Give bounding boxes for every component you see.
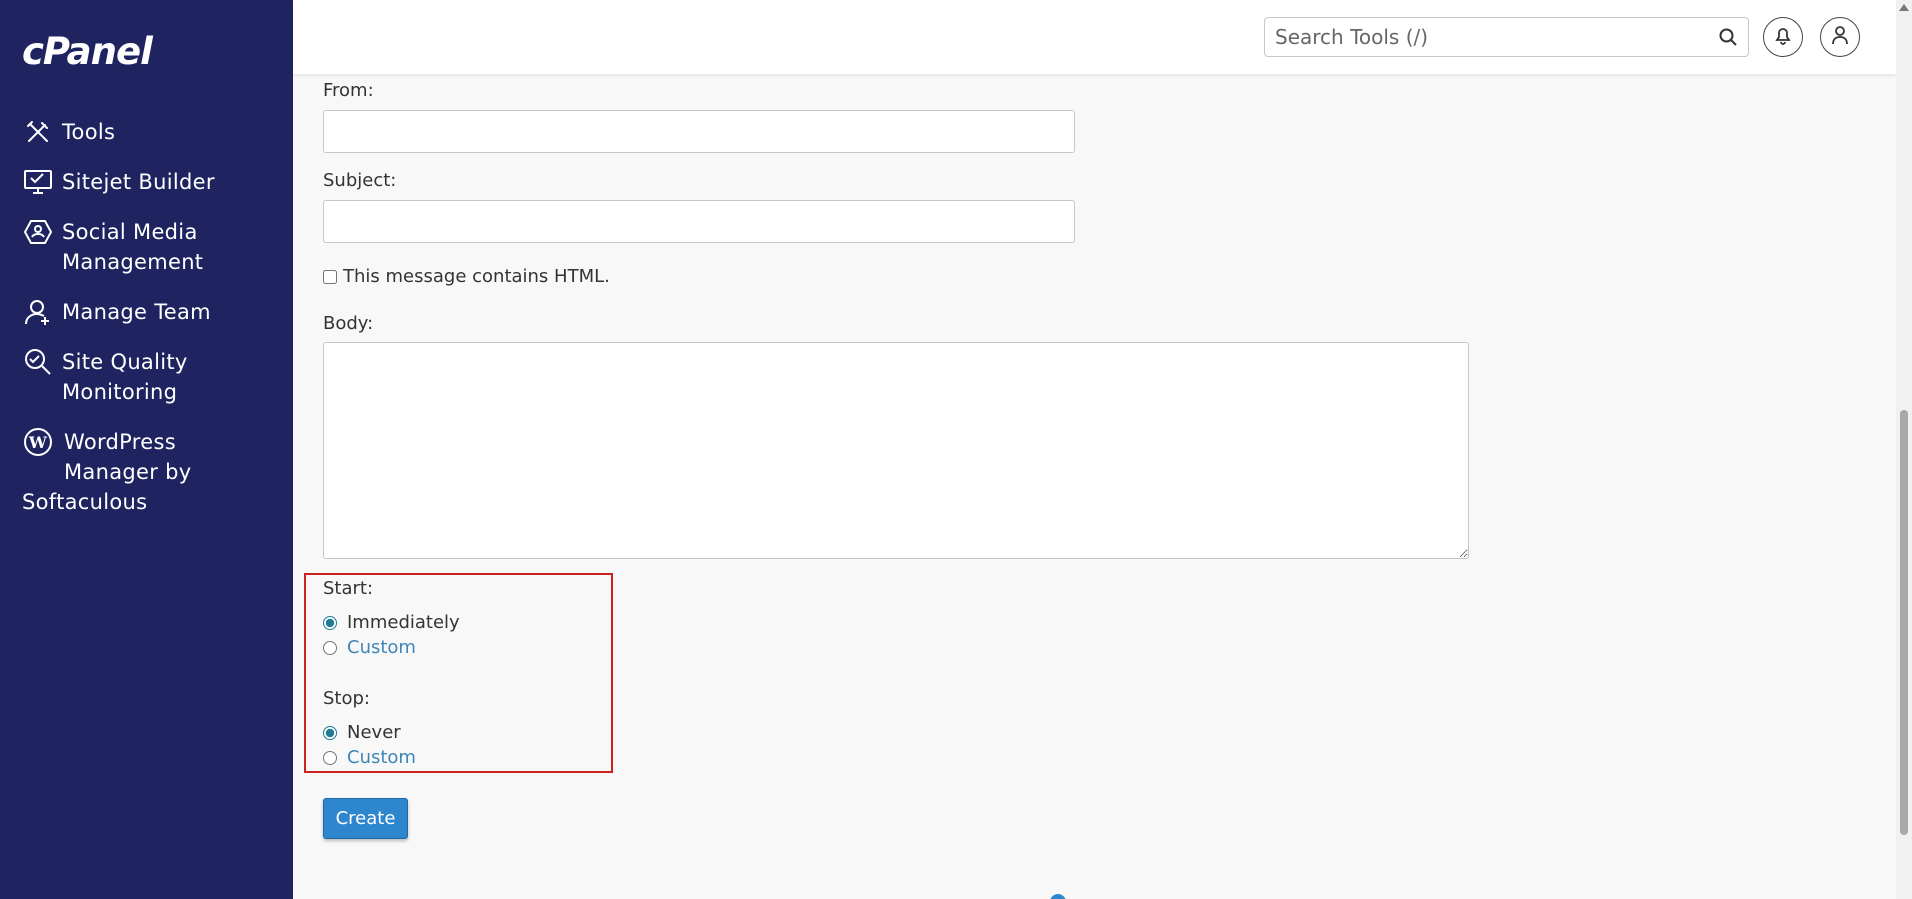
scroll-up-arrow-icon[interactable] bbox=[1899, 4, 1909, 11]
sidebar-item-tools[interactable]: Tools bbox=[22, 117, 262, 147]
stop-never-option[interactable]: Never bbox=[323, 722, 401, 743]
start-label: Start: bbox=[323, 578, 374, 599]
html-checkbox[interactable] bbox=[323, 269, 337, 284]
sidebar-item-label: Site Quality Monitoring bbox=[62, 350, 188, 404]
wordpress-icon: W bbox=[22, 427, 54, 457]
search-input[interactable] bbox=[1265, 18, 1695, 56]
start-custom-option[interactable]: Custom bbox=[323, 637, 416, 658]
page-scrollbar[interactable] bbox=[1896, 0, 1912, 899]
notifications-button[interactable] bbox=[1763, 17, 1803, 57]
team-icon bbox=[22, 297, 54, 327]
html-checkbox-row[interactable]: This message contains HTML. bbox=[323, 266, 610, 287]
user-icon bbox=[1831, 25, 1849, 49]
from-field[interactable] bbox=[323, 110, 1075, 153]
sidebar-item-label: Tools bbox=[62, 120, 116, 144]
start-immediately-option[interactable]: Immediately bbox=[323, 612, 460, 633]
start-custom-radio[interactable] bbox=[323, 640, 337, 655]
monitor-icon bbox=[22, 167, 54, 197]
sidebar-item-label: Sitejet Builder bbox=[62, 170, 215, 194]
sidebar-item-label: Manager by bbox=[64, 460, 192, 484]
scroll-thumb[interactable] bbox=[1900, 410, 1908, 835]
tools-icon bbox=[22, 117, 54, 147]
user-menu-button[interactable] bbox=[1820, 17, 1860, 57]
svg-text:W: W bbox=[28, 433, 48, 452]
sidebar-item-label: Social Media Management bbox=[62, 220, 204, 274]
create-button[interactable]: Create bbox=[323, 798, 408, 839]
html-checkbox-label: This message contains HTML. bbox=[343, 266, 610, 287]
search-quality-icon bbox=[22, 347, 54, 377]
schedule-highlight-box bbox=[304, 573, 613, 773]
search-box bbox=[1264, 17, 1749, 57]
stop-never-label: Never bbox=[347, 722, 401, 743]
social-media-icon bbox=[22, 217, 54, 247]
sidebar-item-site-quality[interactable]: Site Quality Monitoring bbox=[22, 347, 262, 407]
subject-label: Subject: bbox=[323, 170, 397, 191]
stop-label: Stop: bbox=[323, 688, 370, 709]
start-custom-label[interactable]: Custom bbox=[347, 637, 416, 658]
sidebar-item-sitejet[interactable]: Sitejet Builder bbox=[22, 167, 262, 197]
stop-custom-label[interactable]: Custom bbox=[347, 747, 416, 768]
stop-never-radio[interactable] bbox=[323, 725, 337, 740]
sidebar-item-label: Softaculous bbox=[22, 490, 148, 514]
stop-custom-radio[interactable] bbox=[323, 750, 337, 765]
top-header bbox=[293, 0, 1896, 74]
sidebar-item-manage-team[interactable]: Manage Team bbox=[22, 297, 262, 327]
search-icon[interactable] bbox=[1718, 27, 1738, 51]
sidebar: cPanel Tools Sitejet Builder Social Medi… bbox=[0, 0, 293, 899]
start-immediately-radio[interactable] bbox=[323, 615, 337, 630]
sidebar-item-social-media[interactable]: Social Media Management bbox=[22, 217, 262, 277]
body-label: Body: bbox=[323, 313, 374, 334]
sidebar-item-label: WordPress bbox=[64, 430, 176, 454]
start-immediately-label: Immediately bbox=[347, 612, 460, 633]
stop-custom-option[interactable]: Custom bbox=[323, 747, 416, 768]
body-textarea[interactable] bbox=[323, 342, 1469, 559]
from-label: From: bbox=[323, 80, 374, 101]
partial-circle-icon bbox=[1050, 894, 1066, 899]
sidebar-item-label: Manage Team bbox=[62, 300, 211, 324]
subject-field[interactable] bbox=[323, 200, 1075, 243]
cpanel-logo[interactable]: cPanel bbox=[22, 30, 153, 73]
bell-icon bbox=[1774, 25, 1792, 49]
sidebar-item-wordpress[interactable]: W WordPress Manager by Softaculous bbox=[22, 427, 262, 514]
